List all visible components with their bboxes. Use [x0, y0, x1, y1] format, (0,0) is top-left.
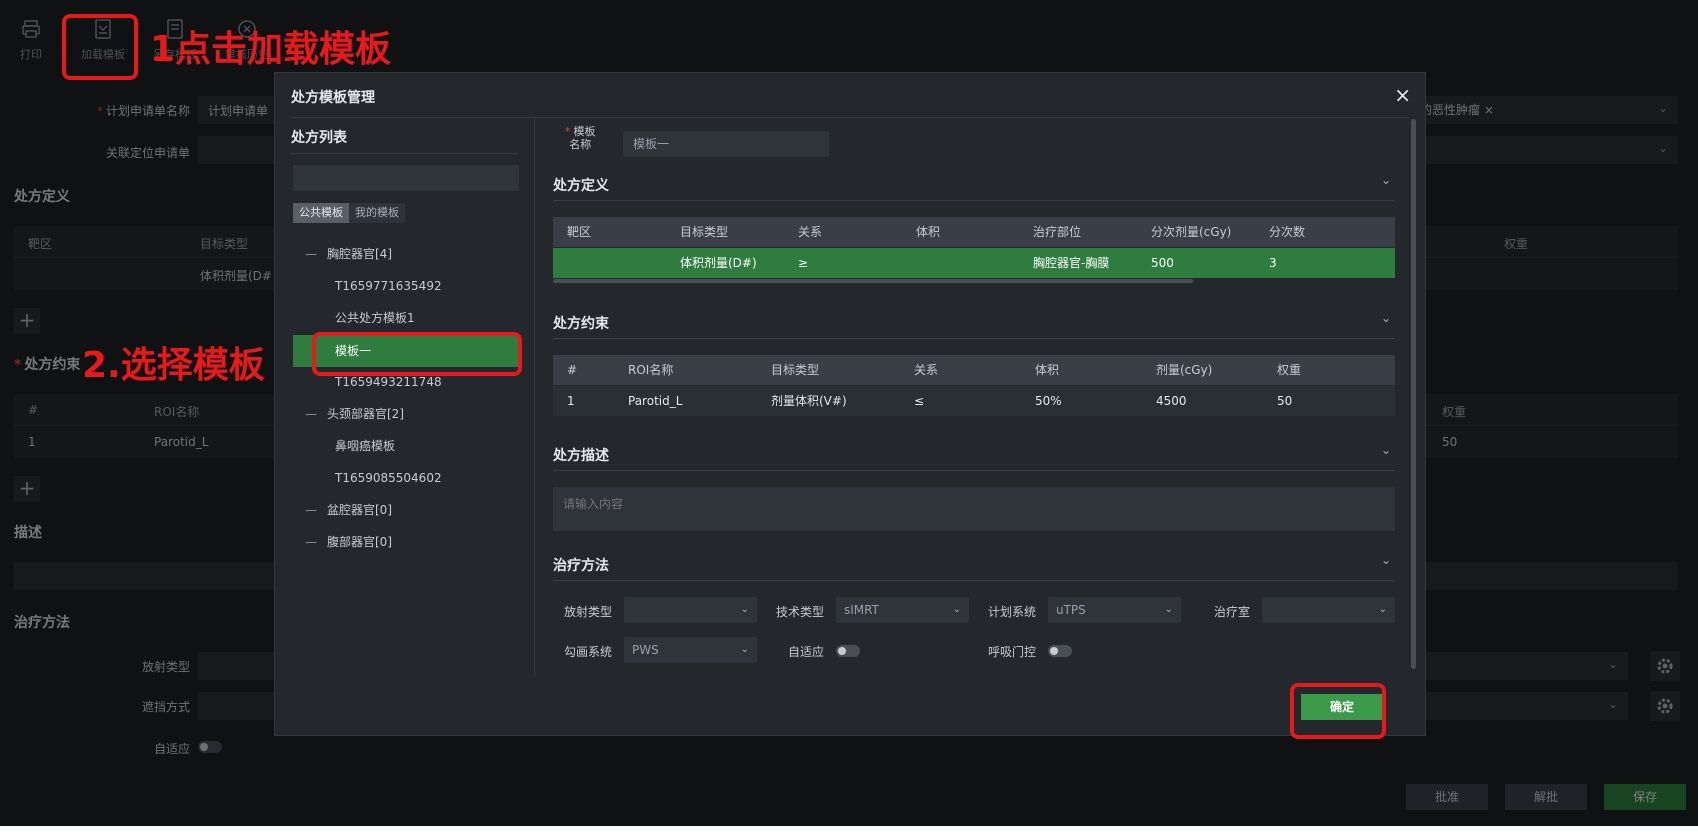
tree-group-abdomen[interactable]: — 腹部器官[0]: [305, 527, 392, 557]
tree-group-pelvis[interactable]: — 盆腔器官[0]: [305, 495, 392, 525]
method-header[interactable]: 治疗方法 ⌄: [553, 553, 1395, 581]
contour-system-label: 勾画系统: [564, 645, 613, 659]
th-volume: 体积: [916, 225, 941, 239]
plan-system-select[interactable]: uTPS ⌄: [1048, 597, 1181, 623]
th-target: 靶区: [567, 225, 592, 239]
th-weight: 权重: [1277, 363, 1302, 377]
tree-item-template[interactable]: T1659771635492: [335, 271, 442, 301]
th-dose: 剂量(cGy): [1156, 363, 1213, 377]
tech-type-value: sIMRT: [844, 603, 879, 617]
th-site: 治疗部位: [1033, 225, 1082, 239]
close-icon[interactable]: ×: [1394, 83, 1411, 107]
rx-con-header-row: # ROI名称 目标类型 关系 体积 剂量(cGy) 权重: [553, 355, 1395, 385]
rx-con-header[interactable]: 处方约束 ⌄: [553, 311, 1395, 339]
td-dose: 4500: [1156, 394, 1187, 408]
tree-item-template[interactable]: T1659085504602: [335, 463, 442, 493]
rx-desc-input[interactable]: [553, 487, 1395, 531]
method-title: 治疗方法: [553, 558, 609, 574]
tech-type-label: 技术类型: [776, 605, 825, 619]
template-name-input[interactable]: 模板一: [623, 131, 829, 157]
tree-item-template[interactable]: 鼻咽癌模板: [335, 431, 395, 461]
template-manager-dialog: 处方模板管理 × 处方列表 公共模板 我的模板 — 胸腔器官[4] T165977…: [274, 72, 1426, 736]
td-site: 胸腔器官-胸膜: [1033, 256, 1110, 270]
pane-divider: [534, 117, 535, 677]
th-target-type: 目标类型: [680, 225, 729, 239]
th-relation: 关系: [914, 363, 939, 377]
tab-public-templates[interactable]: 公共模板: [293, 203, 349, 223]
th-roi-name: ROI名称: [628, 363, 674, 377]
chevron-down-icon: ⌄: [740, 644, 749, 655]
gating-label: 呼吸门控: [988, 645, 1037, 659]
rx-con-table: # ROI名称 目标类型 关系 体积 剂量(cGy) 权重 1 Parotid_…: [553, 355, 1395, 417]
chevron-down-icon: ⌄: [1380, 311, 1391, 325]
divider: [291, 117, 1409, 118]
divider: [291, 153, 517, 154]
chevron-down-icon: ⌄: [1380, 173, 1391, 187]
rx-desc-header[interactable]: 处方描述 ⌄: [553, 443, 1395, 471]
annotation-box-load-template: [62, 14, 138, 80]
rx-def-table: 靶区 目标类型 关系 体积 治疗部位 分次剂量(cGy) 分次数 体积剂量(D#…: [553, 217, 1395, 283]
contour-system-value: PWS: [632, 643, 659, 657]
td-volume: 50%: [1035, 394, 1062, 408]
tree-group-chest[interactable]: — 胸腔器官[4]: [305, 239, 392, 269]
annotation-step1: 1点击加载模板: [150, 29, 392, 70]
chevron-down-icon: ⌄: [1380, 443, 1391, 457]
td-relation: ≤: [914, 394, 925, 408]
td-fraction-dose: 500: [1151, 256, 1174, 270]
td-index: 1: [567, 394, 575, 408]
tech-type-select[interactable]: sIMRT ⌄: [836, 597, 969, 623]
plan-system-value: uTPS: [1056, 603, 1086, 617]
td-target-type: 体积剂量(D#): [680, 256, 757, 270]
table-row[interactable]: 体积剂量(D#) ≥ 胸腔器官-胸膜 500 3: [553, 248, 1395, 278]
contour-system-select[interactable]: PWS ⌄: [624, 637, 757, 663]
td-roi-name: Parotid_L: [628, 394, 683, 408]
rx-def-header[interactable]: 处方定义 ⌄: [553, 173, 1395, 201]
td-target-type: 剂量体积(V#): [771, 394, 847, 408]
annotation-box-confirm: [1290, 683, 1386, 739]
adaptive-toggle[interactable]: [836, 645, 860, 657]
chevron-down-icon: ⌄: [1378, 604, 1387, 615]
plan-system-label: 计划系统: [988, 605, 1037, 619]
th-fraction-dose: 分次剂量(cGy): [1151, 225, 1232, 239]
room-select[interactable]: ⌄: [1262, 597, 1395, 623]
chevron-down-icon: ⌄: [1164, 604, 1173, 615]
tab-my-templates[interactable]: 我的模板: [349, 203, 405, 223]
adaptive-label: 自适应: [788, 645, 825, 659]
annotation-step2: 2.选择模板: [82, 345, 265, 386]
rx-desc-title: 处方描述: [553, 448, 609, 464]
td-relation: ≥: [798, 256, 809, 270]
rx-con-title: 处方约束: [553, 316, 609, 332]
td-weight: 50: [1277, 394, 1293, 408]
template-search-input[interactable]: [293, 165, 519, 191]
th-index: #: [567, 363, 578, 377]
horizontal-scrollbar[interactable]: [553, 279, 1193, 283]
dialog-title: 处方模板管理: [291, 90, 375, 106]
template-name-label: * 模板 名称: [565, 125, 596, 151]
vertical-scrollbar[interactable]: [1411, 119, 1416, 669]
th-fractions: 分次数: [1269, 225, 1306, 239]
rx-def-title: 处方定义: [553, 178, 609, 194]
tree-item-template[interactable]: 公共处方模板1: [335, 303, 415, 333]
th-relation: 关系: [798, 225, 823, 239]
td-fractions: 3: [1269, 256, 1277, 270]
radiation-type-label: 放射类型: [564, 605, 613, 619]
chevron-down-icon: ⌄: [740, 604, 749, 615]
th-volume: 体积: [1035, 363, 1060, 377]
room-label: 治疗室: [1214, 605, 1251, 619]
list-title: 处方列表: [291, 130, 347, 146]
table-row[interactable]: 1 Parotid_L 剂量体积(V#) ≤ 50% 4500 50: [553, 386, 1395, 416]
th-target-type: 目标类型: [771, 363, 820, 377]
app-window: 打印 加载模板 另存模板 审核历史 * 计划申请单名称 计划申请单 的恶性肿瘤 ×…: [0, 0, 1698, 826]
gating-toggle[interactable]: [1048, 645, 1072, 657]
chevron-down-icon: ⌄: [1380, 553, 1391, 567]
chevron-down-icon: ⌄: [952, 604, 961, 615]
tree-group-head-neck[interactable]: — 头颈部器官[2]: [305, 399, 404, 429]
rx-def-header-row: 靶区 目标类型 关系 体积 治疗部位 分次剂量(cGy) 分次数: [553, 217, 1395, 247]
annotation-box-template-one: [312, 332, 522, 376]
radiation-type-select[interactable]: ⌄: [624, 597, 757, 623]
